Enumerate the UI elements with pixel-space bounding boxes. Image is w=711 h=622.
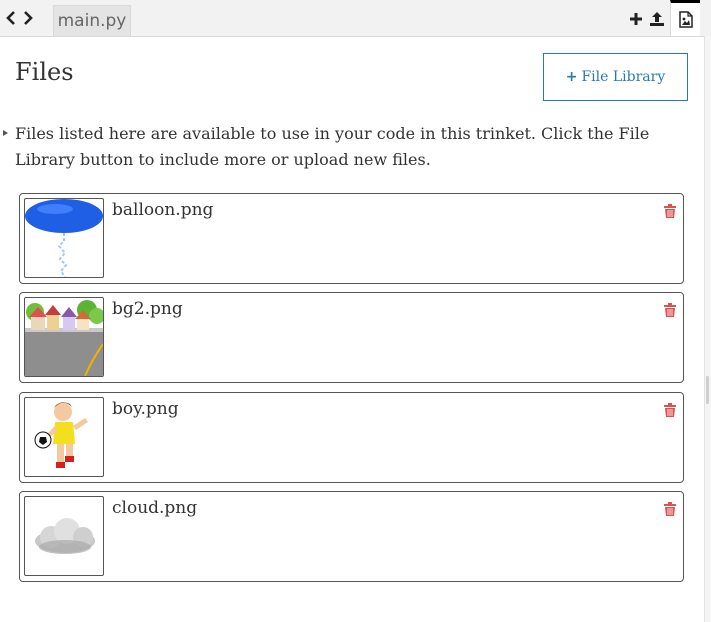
trash-icon[interactable] bbox=[664, 501, 678, 517]
add-file-icon[interactable] bbox=[627, 10, 645, 28]
file-item: bg2.png bbox=[19, 292, 684, 383]
file-item: boy.png bbox=[19, 392, 684, 483]
chevron-right-icon[interactable] bbox=[21, 10, 35, 26]
plus-icon: + bbox=[565, 69, 578, 85]
cloud-thumbnail bbox=[24, 496, 104, 576]
bullet-icon bbox=[3, 130, 8, 136]
chevron-left-icon[interactable] bbox=[4, 10, 18, 26]
image-file-icon[interactable] bbox=[670, 0, 700, 36]
trash-icon[interactable] bbox=[664, 302, 678, 318]
file-name: cloud.png bbox=[112, 498, 198, 518]
panel-resize-bar[interactable] bbox=[704, 36, 711, 622]
trash-icon[interactable] bbox=[664, 203, 678, 219]
file-item: cloud.png bbox=[19, 491, 684, 582]
resize-grip-icon[interactable] bbox=[706, 376, 709, 404]
upload-icon[interactable] bbox=[648, 10, 666, 28]
file-library-button[interactable]: + File Library bbox=[543, 53, 688, 101]
tab-main-py[interactable]: main.py bbox=[53, 5, 131, 36]
trash-icon[interactable] bbox=[664, 402, 678, 418]
files-info-text: Files listed here are available to use i… bbox=[15, 124, 650, 169]
file-item: balloon.png bbox=[19, 193, 684, 284]
editor-tab-bar: main.py bbox=[0, 0, 711, 37]
boy-thumbnail bbox=[24, 397, 104, 477]
file-library-label: File Library bbox=[581, 69, 666, 85]
file-name: balloon.png bbox=[112, 200, 214, 220]
balloon-thumbnail bbox=[24, 198, 104, 278]
page-title: Files bbox=[15, 58, 74, 86]
bg2-thumbnail bbox=[24, 297, 104, 377]
file-name: boy.png bbox=[112, 399, 179, 419]
file-name: bg2.png bbox=[112, 299, 183, 319]
